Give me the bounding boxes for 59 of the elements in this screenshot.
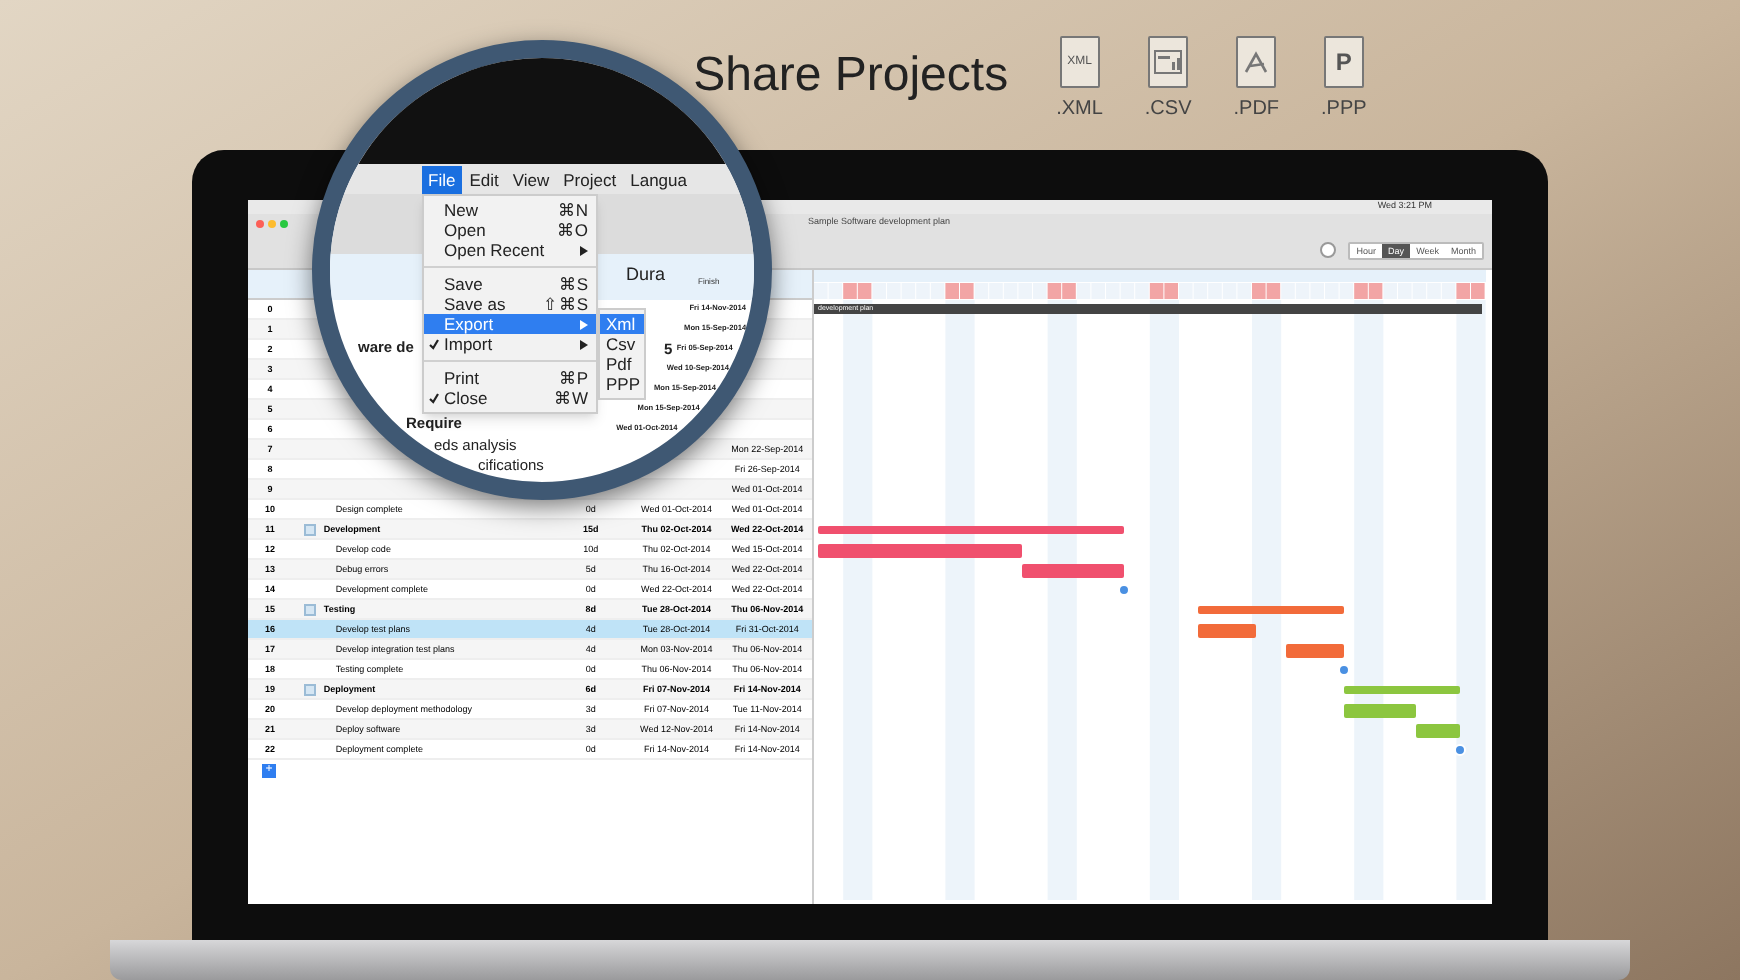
pdf-logo-icon <box>1242 48 1271 76</box>
menu-item[interactable]: Print ⌘P <box>424 368 596 388</box>
task-bar[interactable] <box>1416 723 1461 737</box>
milestone-marker[interactable] <box>1337 664 1350 676</box>
format-label: .PDF <box>1233 96 1280 124</box>
info-icon[interactable] <box>1320 242 1337 258</box>
menu-bar-item[interactable]: Edit <box>463 165 505 193</box>
task-bar[interactable] <box>818 543 1023 557</box>
check-icon <box>428 338 440 350</box>
collapse-icon[interactable] <box>303 683 316 695</box>
menu-label: Close <box>444 388 490 408</box>
menu-item[interactable]: Open Recent <box>424 240 596 260</box>
menu-item[interactable]: Export <box>424 314 596 334</box>
task-bar[interactable] <box>1197 623 1256 637</box>
menu-item[interactable]: Open ⌘O <box>424 220 596 240</box>
menu-item[interactable]: Xml <box>600 314 644 334</box>
menu-item[interactable]: Close ⌘W <box>424 388 596 408</box>
menu-item[interactable]: Csv <box>600 334 644 354</box>
menu-label: Export <box>444 314 496 334</box>
shortcut: ⌘O <box>556 220 588 240</box>
menu-label: Open Recent <box>444 240 547 260</box>
summary-bar[interactable] <box>1343 686 1461 694</box>
shortcut: ⌘P <box>558 368 588 388</box>
task-bar[interactable] <box>1022 563 1125 577</box>
menu-item[interactable]: Import <box>424 334 596 354</box>
menu-label: Save <box>444 274 485 294</box>
milestone-marker[interactable] <box>1454 744 1467 756</box>
menu-label: Save as <box>444 294 508 314</box>
menu-item[interactable]: PPP <box>600 374 644 394</box>
shortcut: ⌘W <box>553 388 588 408</box>
menu-bar-item[interactable]: View <box>506 165 556 193</box>
column-header: Dura <box>626 264 666 284</box>
menu-label: Open <box>444 220 488 240</box>
collapse-icon[interactable] <box>303 603 316 615</box>
task-bar[interactable] <box>1285 643 1344 657</box>
menu-bar-item[interactable]: Langua <box>624 165 693 193</box>
spreadsheet-icon <box>1154 50 1183 74</box>
collapse-icon[interactable] <box>303 523 316 535</box>
menu-label: New <box>444 200 481 220</box>
milestone-marker[interactable] <box>1118 584 1131 596</box>
check-icon <box>428 392 440 404</box>
icon-label: P <box>1335 46 1352 80</box>
menu-label: Print <box>444 368 481 388</box>
menu-item[interactable]: Save ⌘S <box>424 274 596 294</box>
format-label: .XML <box>1056 96 1103 124</box>
format-label: .CSV <box>1144 96 1192 124</box>
menu-bar-item[interactable]: File <box>422 165 462 193</box>
task-bar[interactable] <box>1343 703 1417 717</box>
format-label: .PPP <box>1321 96 1367 124</box>
menu-item[interactable]: Pdf <box>600 354 644 374</box>
shortcut: ⌘N <box>557 200 588 220</box>
menu-bar-item[interactable]: Project <box>557 165 623 193</box>
shortcut: ⇧⌘S <box>542 294 588 314</box>
shortcut: ⌘S <box>558 274 588 294</box>
headline: Share Projects <box>693 46 1009 106</box>
menu-label: Import <box>444 334 495 354</box>
submenu-arrow-icon <box>580 245 588 255</box>
menu-item[interactable]: Save as ⇧⌘S <box>424 294 596 314</box>
menu-item[interactable]: New ⌘N <box>424 200 596 220</box>
